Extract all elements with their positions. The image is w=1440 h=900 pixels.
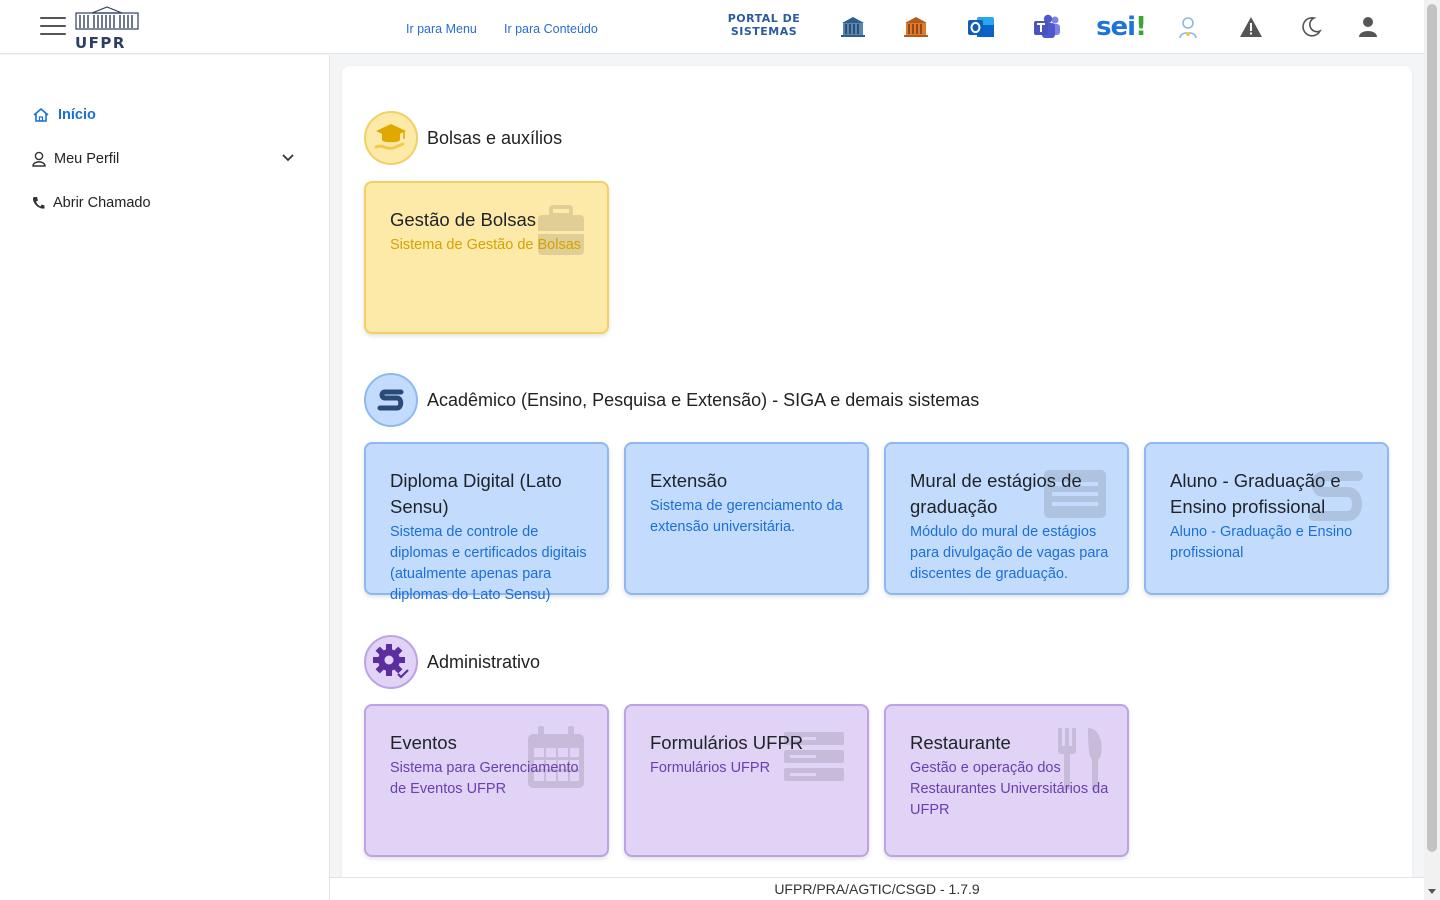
graduation-cap-icon <box>364 111 418 165</box>
card-title: Restaurante <box>910 732 1011 753</box>
card-extensao[interactable]: Extensão Sistema de gerenciamento da ext… <box>624 442 869 595</box>
system-building-orange-icon[interactable] <box>899 10 933 44</box>
card-description: Gestão e operação dos Restaurantes Unive… <box>910 760 1109 818</box>
siga-s-icon <box>364 373 418 427</box>
section-title: Acadêmico (Ensino, Pesquisa e Extensão) … <box>427 389 980 410</box>
card-description: Módulo do mural de estágios para divulga… <box>910 524 1109 582</box>
section-title: Bolsas e auxílios <box>427 127 563 148</box>
card-description: Aluno - Graduação e Ensino profissional <box>1170 524 1353 561</box>
card-restaurante[interactable]: Restaurante Gestão e operação dos Restau… <box>884 704 1129 857</box>
sidebar: Início Meu Perfil Abrir Chamado <box>0 55 330 900</box>
footer-version: UFPR/PRA/AGTIC/CSGD - 1.7.9 <box>330 877 1424 900</box>
card-title: Formulários UFPR <box>650 732 804 753</box>
person-badge-icon[interactable] <box>1171 10 1205 44</box>
card-title: Diploma Digital (Lato Sensu) <box>390 470 562 517</box>
ufpr-logo[interactable]: UFPR <box>74 6 146 52</box>
vertical-scrollbar[interactable] <box>1424 0 1440 900</box>
scroll-down-arrow-icon[interactable] <box>1428 889 1436 894</box>
sidebar-item-label: Início <box>58 107 96 123</box>
sidebar-item-inicio[interactable]: Início <box>32 107 96 123</box>
card-gestao-de-bolsas[interactable]: Gestão de Bolsas Sistema de Gestão de Bo… <box>364 181 609 334</box>
teams-icon[interactable] <box>1030 10 1064 44</box>
card-formularios-ufpr[interactable]: Formulários UFPR Formulários UFPR <box>624 704 869 857</box>
card-title: Gestão de Bolsas <box>390 209 537 230</box>
ufpr-building-icon <box>75 6 139 30</box>
sidebar-item-label: Meu Perfil <box>54 151 120 167</box>
phone-icon <box>32 197 45 209</box>
sidebar-item-meu-perfil[interactable]: Meu Perfil <box>32 151 119 167</box>
section-administrativo-header: Administrativo <box>364 635 540 689</box>
card-diploma-digital[interactable]: Diploma Digital (Lato Sensu) Sistema de … <box>364 442 609 603</box>
chevron-down-icon[interactable] <box>282 154 294 162</box>
skip-to-menu-link[interactable]: Ir para Menu <box>406 22 477 36</box>
card-title: Mural de estágios de graduação <box>910 470 1082 517</box>
top-bar: UFPR Ir para Menu Ir para Conteúdo PORTA… <box>0 0 1424 54</box>
section-bolsas-header: Bolsas e auxílios <box>364 111 562 165</box>
menu-toggle-button[interactable] <box>40 17 66 37</box>
sei-icon[interactable]: sei! <box>1096 10 1147 44</box>
warning-icon[interactable] <box>1234 10 1268 44</box>
section-title: Administrativo <box>427 651 541 672</box>
card-description: Sistema de gerenciamento da extensão uni… <box>650 498 843 535</box>
portal-line-2: SISTEMAS <box>730 25 798 38</box>
card-description: Sistema de Gestão de Bolsas <box>390 237 582 253</box>
card-title: Aluno - Graduação e Ensino profissional <box>1170 470 1341 517</box>
sei-text: sei <box>1096 12 1136 42</box>
logo-text: UFPR <box>75 34 126 52</box>
portal-line-1: PORTAL DE <box>727 12 801 25</box>
main-content: Bolsas e auxílios Gestão de Bolsas Siste… <box>342 66 1412 896</box>
portal-de-sistemas-link[interactable]: PORTAL DE SISTEMAS <box>722 12 806 38</box>
scrollbar-thumb[interactable] <box>1427 4 1437 852</box>
sidebar-item-abrir-chamado[interactable]: Abrir Chamado <box>32 195 151 211</box>
dark-mode-moon-icon[interactable] <box>1294 10 1328 44</box>
outlook-icon[interactable] <box>964 10 998 44</box>
card-eventos[interactable]: Eventos Sistema para Gerenciamento de Ev… <box>364 704 609 857</box>
gear-check-icon <box>364 635 418 689</box>
home-icon <box>33 107 49 122</box>
section-academico-header: Acadêmico (Ensino, Pesquisa e Extensão) … <box>364 373 979 427</box>
user-account-icon[interactable] <box>1351 10 1385 44</box>
card-aluno-graduacao[interactable]: Aluno - Graduação e Ensino profissional … <box>1144 442 1389 595</box>
skip-to-content-link[interactable]: Ir para Conteúdo <box>504 22 598 36</box>
card-mural-de-estagios[interactable]: Mural de estágios de graduação Módulo do… <box>884 442 1129 595</box>
card-title: Eventos <box>390 732 457 753</box>
system-building-blue-icon[interactable] <box>836 10 870 44</box>
card-description: Sistema de controle de diplomas e certif… <box>390 524 587 603</box>
card-title: Extensão <box>650 470 728 491</box>
user-icon <box>32 151 46 167</box>
sidebar-item-label: Abrir Chamado <box>53 195 151 211</box>
card-description: Sistema para Gerenciamento de Eventos UF… <box>390 760 579 797</box>
sei-mark: ! <box>1135 12 1147 42</box>
card-description: Formulários UFPR <box>650 760 771 776</box>
